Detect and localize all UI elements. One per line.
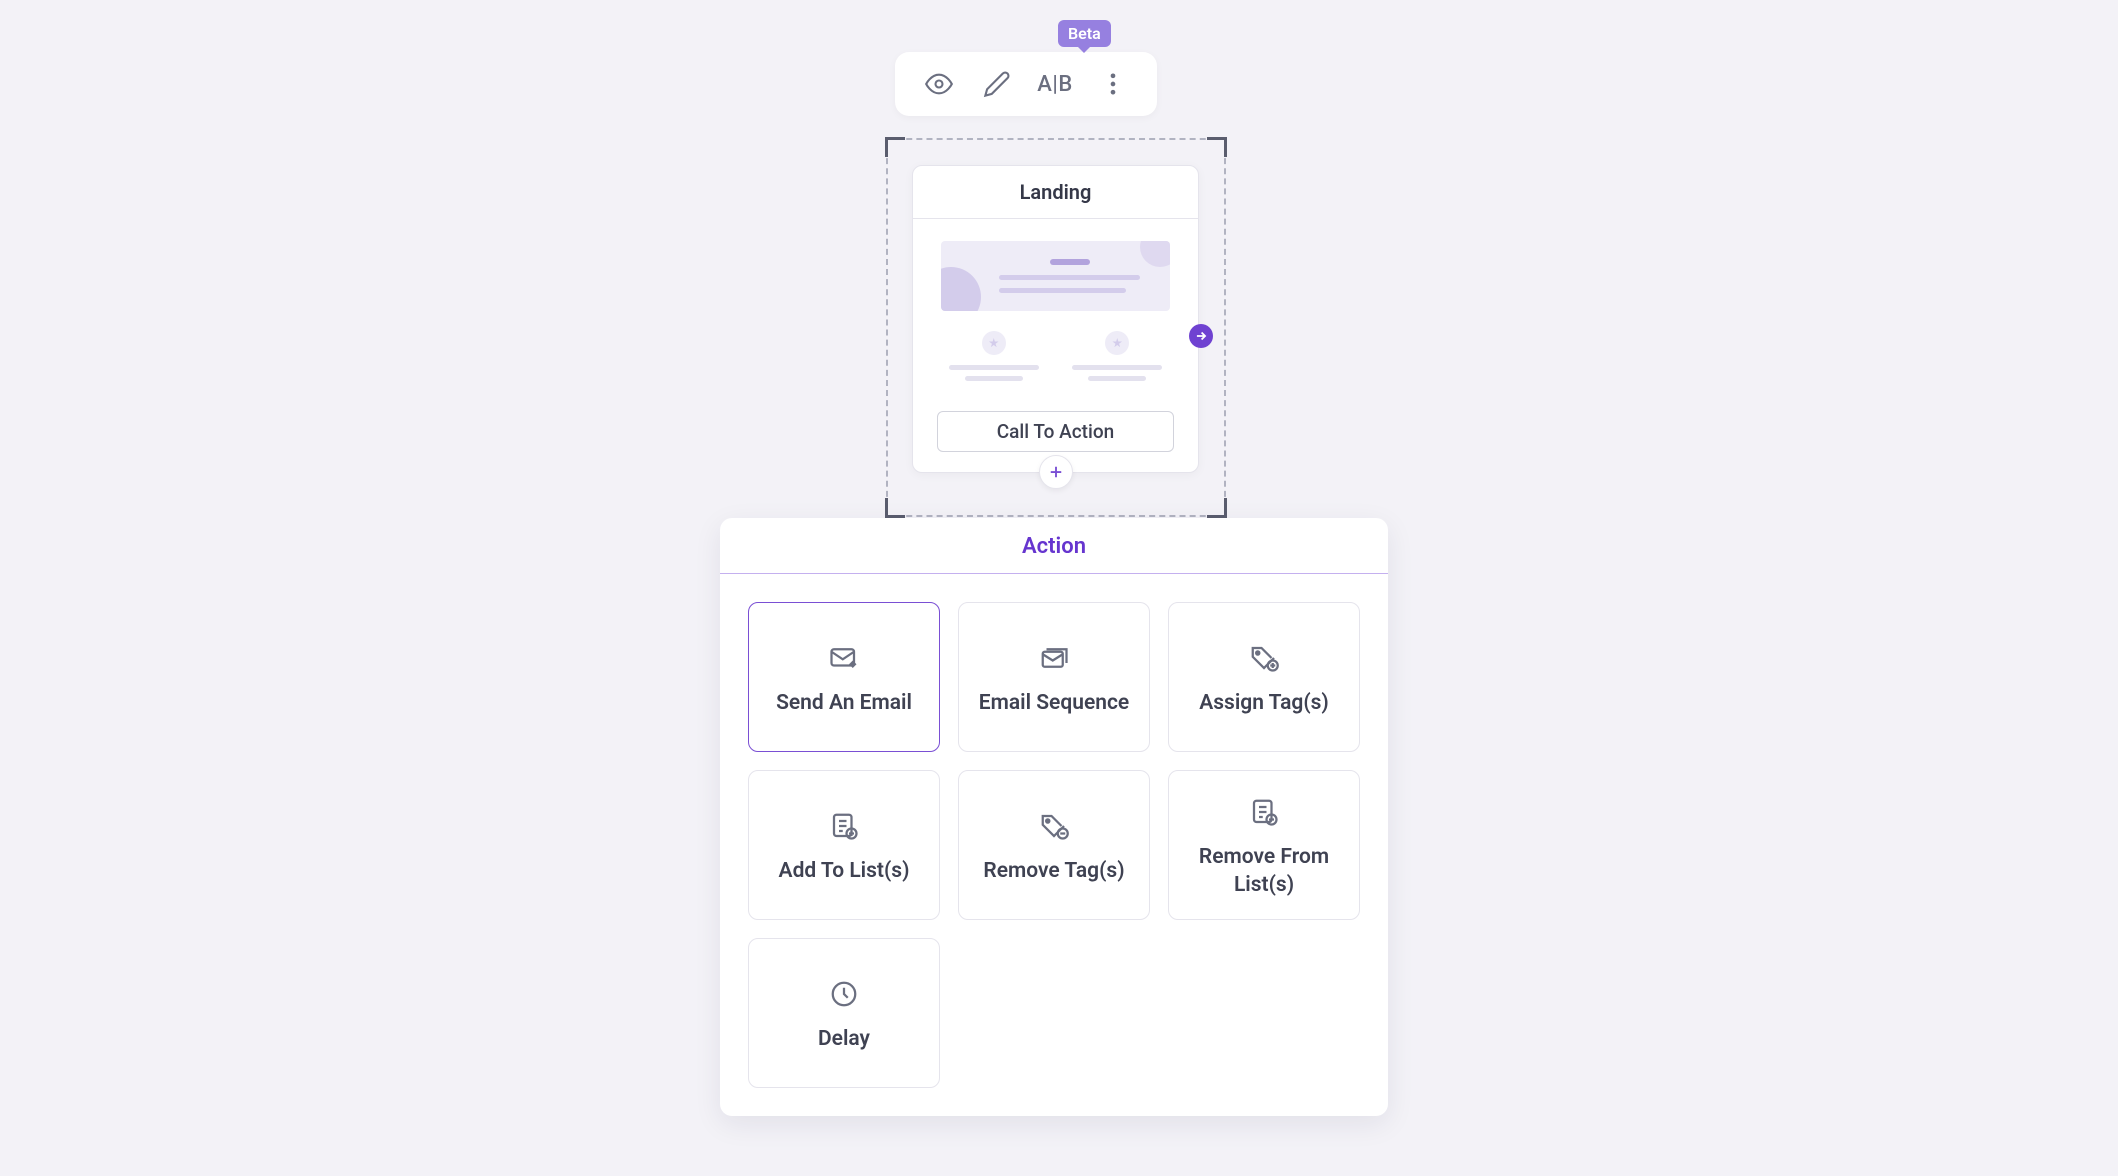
- action-delay[interactable]: Delay: [748, 938, 940, 1088]
- action-label: Delay: [818, 1025, 870, 1053]
- beta-badge: Beta: [1058, 20, 1111, 47]
- ab-label: A|B: [1037, 72, 1072, 97]
- selection-corner-handle[interactable]: [885, 498, 905, 518]
- list-plus-icon: [827, 809, 861, 843]
- landing-preview: [913, 219, 1198, 397]
- workflow-canvas: Beta A|B: [0, 0, 2118, 1176]
- page-hero-preview: [941, 241, 1170, 311]
- action-email-sequence[interactable]: Email Sequence: [958, 602, 1150, 752]
- mail-edit-icon: [827, 641, 861, 675]
- action-assign-tags[interactable]: Assign Tag(s): [1168, 602, 1360, 752]
- call-to-action-button[interactable]: Call To Action: [937, 411, 1174, 452]
- tag-plus-icon: [1247, 641, 1281, 675]
- arrow-right-icon[interactable]: [1189, 324, 1213, 348]
- more-vertical-icon[interactable]: [1097, 68, 1129, 100]
- action-grid: Send An Email Email Sequence: [720, 574, 1388, 1116]
- action-label: Assign Tag(s): [1199, 689, 1329, 717]
- ab-test-button[interactable]: A|B: [1039, 68, 1071, 100]
- action-label: Add To List(s): [779, 857, 910, 885]
- action-remove-from-lists[interactable]: Remove From List(s): [1168, 770, 1360, 920]
- action-label: Remove From List(s): [1181, 843, 1347, 900]
- node-toolbar-wrapper: Beta A|B: [895, 30, 1157, 116]
- clock-icon: [827, 977, 861, 1011]
- selection-corner-handle[interactable]: [1207, 137, 1227, 157]
- landing-node-card[interactable]: Landing: [912, 165, 1199, 473]
- action-picker-panel: Action Send An Email: [720, 518, 1388, 1116]
- action-add-to-lists[interactable]: Add To List(s): [748, 770, 940, 920]
- pencil-icon[interactable]: [981, 68, 1013, 100]
- page-columns-preview: [941, 331, 1170, 381]
- tag-minus-icon: [1037, 809, 1071, 843]
- landing-card-title: Landing: [913, 166, 1198, 219]
- action-send-email[interactable]: Send An Email: [748, 602, 940, 752]
- star-icon: [1105, 331, 1129, 355]
- add-step-button[interactable]: [1039, 455, 1073, 489]
- action-remove-tags[interactable]: Remove Tag(s): [958, 770, 1150, 920]
- star-icon: [982, 331, 1006, 355]
- list-minus-icon: [1247, 795, 1281, 829]
- node-toolbar: A|B: [895, 52, 1157, 116]
- eye-icon[interactable]: [923, 68, 955, 100]
- action-panel-title: Action: [720, 518, 1388, 574]
- action-label: Remove Tag(s): [983, 857, 1124, 885]
- action-label: Email Sequence: [979, 689, 1129, 717]
- action-label: Send An Email: [776, 689, 912, 717]
- selection-corner-handle[interactable]: [885, 137, 905, 157]
- selection-corner-handle[interactable]: [1207, 498, 1227, 518]
- mail-stack-icon: [1037, 641, 1071, 675]
